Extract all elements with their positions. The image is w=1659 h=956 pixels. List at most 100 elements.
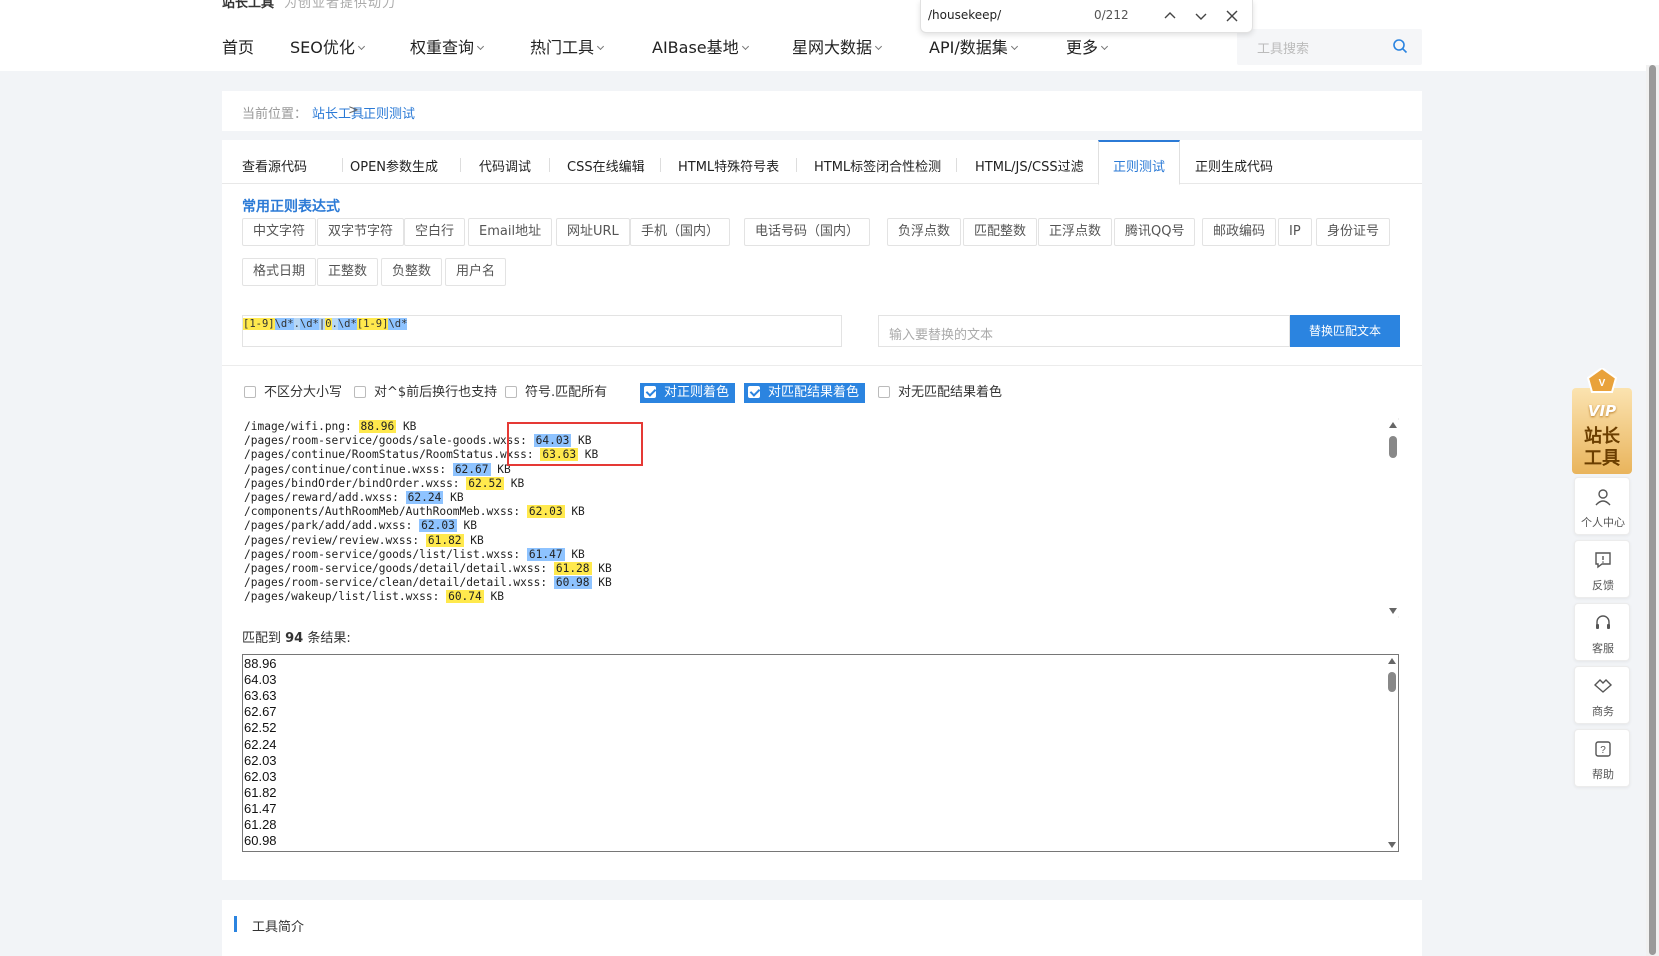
option-dotall[interactable]: 符号.匹配所有: [505, 383, 607, 403]
find-close-icon[interactable]: [1223, 7, 1241, 25]
find-query-input[interactable]: /housekeep/: [928, 8, 1001, 22]
code-line-path: /pages/wakeup/list/list.wxss:: [244, 590, 447, 604]
regex-pattern-value: [1-9]\d*.\d*|0.\d*[1-9]\d*: [243, 318, 408, 330]
side-feedback[interactable]: 反馈: [1574, 540, 1630, 598]
results-scrollbar[interactable]: [1386, 656, 1398, 850]
replace-text-input[interactable]: 输入要替换的文本: [878, 315, 1290, 347]
side-business[interactable]: 商务: [1574, 666, 1630, 724]
tab-html-symbols[interactable]: HTML特殊符号表: [678, 156, 779, 175]
match-results-textarea[interactable]: 88.96 64.03 63.63 62.67 62.52 62.24 62.03 62.03…: [242, 654, 1399, 852]
code-line: /pages/park/add/add.wxss: 62.03 KB: [244, 519, 477, 533]
regex-chip-phone[interactable]: 电话号码（国内）: [744, 218, 871, 246]
regex-chip-url[interactable]: 网址URL: [556, 218, 630, 246]
option-color-matches[interactable]: 对匹配结果着色: [744, 383, 866, 403]
vip-badge[interactable]: V VIP 站长 工具: [1572, 366, 1632, 474]
checkbox[interactable]: [244, 386, 256, 398]
scroll-down-icon[interactable]: [1388, 842, 1396, 848]
scroll-up-icon[interactable]: [1389, 422, 1397, 428]
regex-chip-blank-line[interactable]: 空白行: [404, 218, 466, 246]
code-line-match: 62.03: [526, 505, 565, 519]
regex-chip-double-byte[interactable]: 双字节字符: [317, 218, 405, 246]
test-text-scrollbar[interactable]: [1387, 420, 1399, 616]
site-logo[interactable]: 站长工具 为创业者提供动力: [222, 0, 396, 11]
tab-regex-codegen[interactable]: 正则生成代码: [1195, 156, 1273, 175]
page-scrollbar[interactable]: [1646, 65, 1659, 956]
search-icon[interactable]: [1392, 38, 1408, 58]
checkbox[interactable]: [748, 386, 760, 398]
regex-chip-negative-int[interactable]: 负整数: [381, 258, 443, 286]
tab-css-edit[interactable]: CSS在线编辑: [567, 156, 645, 175]
find-previous-icon[interactable]: [1161, 7, 1179, 25]
option-label: 对无匹配结果着色: [898, 385, 1003, 400]
scroll-thumb[interactable]: [1649, 65, 1656, 955]
regex-chip-chinese[interactable]: 中文字符: [242, 218, 317, 246]
nav-seo[interactable]: SEO优化: [290, 34, 365, 58]
code-line-path: /pages/room-service/goods/list/list.wxss…: [244, 547, 527, 561]
nav-weight[interactable]: 权重查询: [410, 34, 485, 58]
option-color-regex[interactable]: 对正则着色: [640, 383, 736, 403]
code-line-unit: KB: [564, 547, 585, 561]
regex-chip-integer[interactable]: 匹配整数: [963, 218, 1038, 246]
regex-chip-date[interactable]: 格式日期: [242, 258, 317, 286]
checkbox[interactable]: [354, 386, 366, 398]
scroll-thumb[interactable]: [1389, 436, 1397, 458]
regex-chip-id-card[interactable]: 身份证号: [1316, 218, 1391, 246]
regex-chip-postcode[interactable]: 邮政编码: [1202, 218, 1277, 246]
option-multiline[interactable]: 对^$前后换行也支持: [354, 383, 497, 403]
regex-chip-qq[interactable]: 腾讯QQ号: [1114, 218, 1196, 246]
tab-divider: [549, 158, 550, 172]
code-line-path: /image/wifi.png:: [244, 420, 359, 433]
tab-html-tag-check[interactable]: HTML标签闭合性检测: [814, 156, 941, 175]
code-line: /pages/continue/RoomStatus/RoomStatus.wx…: [244, 448, 598, 462]
regex-pattern-input[interactable]: [1-9]\d*.\d*|0.\d*[1-9]\d*: [242, 315, 842, 347]
checkbox[interactable]: [878, 386, 890, 398]
nav-home[interactable]: 首页: [222, 34, 254, 58]
checkbox[interactable]: [505, 386, 517, 398]
option-case-insensitive[interactable]: 不区分大小写: [244, 383, 342, 403]
checkbox[interactable]: [644, 386, 656, 398]
regex-chip-positive-int[interactable]: 正整数: [317, 258, 379, 286]
breadcrumb-separator: >: [348, 103, 359, 118]
option-color-nonmatch[interactable]: 对无匹配结果着色: [878, 383, 1002, 403]
regex-chip-ip[interactable]: IP: [1278, 218, 1312, 246]
side-user-center[interactable]: 个人中心: [1574, 477, 1630, 535]
tab-view-source[interactable]: 查看源代码: [242, 156, 307, 175]
tool-search-input[interactable]: 工具搜索: [1237, 29, 1422, 65]
code-line-match: 62.24: [405, 491, 444, 504]
nav-label: SEO优化: [290, 38, 355, 57]
scroll-down-icon[interactable]: [1389, 608, 1397, 614]
chevron-down-icon: [1100, 42, 1109, 51]
regex-chip-positive-float[interactable]: 正浮点数: [1038, 218, 1113, 246]
nav-hot-tools[interactable]: 热门工具: [530, 34, 605, 58]
test-text-area[interactable]: /image/wifi.png: 88.96 KB/pages/room-ser…: [242, 418, 1399, 618]
tab-open-params[interactable]: OPEN参数生成: [350, 156, 438, 175]
code-line-unit: KB: [483, 590, 504, 604]
nav-aibase[interactable]: AIBase基地: [652, 34, 749, 58]
scroll-up-icon[interactable]: [1388, 658, 1396, 664]
nav-more[interactable]: 更多: [1066, 34, 1109, 58]
handshake-icon: [1593, 676, 1613, 700]
tab-code-debug[interactable]: 代码调试: [479, 156, 531, 175]
tab-divider: [342, 158, 343, 172]
tab-html-js-css-filter[interactable]: HTML/JS/CSS过滤: [975, 156, 1084, 175]
option-label: 对匹配结果着色: [768, 385, 860, 400]
tab-regex-test[interactable]: 正则测试: [1098, 140, 1181, 185]
breadcrumb-link-current[interactable]: 正则测试: [363, 103, 415, 122]
side-help[interactable]: ? 帮助: [1574, 729, 1630, 787]
nav-api[interactable]: API/数据集: [929, 34, 1018, 58]
count-suffix: 条结果:: [303, 631, 351, 646]
regex-chip-mobile[interactable]: 手机（国内）: [630, 218, 731, 246]
result-line: 64.03: [244, 672, 277, 688]
regex-chip-email[interactable]: Email地址: [468, 218, 553, 246]
count-prefix: 匹配到: [242, 631, 286, 646]
nav-bigdata[interactable]: 星网大数据: [792, 34, 883, 58]
replace-matches-button[interactable]: 替换匹配文本: [1290, 315, 1400, 347]
side-customer-service[interactable]: 客服: [1574, 603, 1630, 661]
code-line-path: /pages/continue/continue.wxss:: [244, 462, 453, 476]
chevron-down-icon: [596, 42, 605, 51]
count-value: 94: [285, 631, 304, 646]
regex-chip-username[interactable]: 用户名: [445, 258, 507, 286]
scroll-thumb[interactable]: [1388, 672, 1396, 692]
find-next-icon[interactable]: [1192, 7, 1210, 25]
regex-chip-negative-float[interactable]: 负浮点数: [887, 218, 962, 246]
